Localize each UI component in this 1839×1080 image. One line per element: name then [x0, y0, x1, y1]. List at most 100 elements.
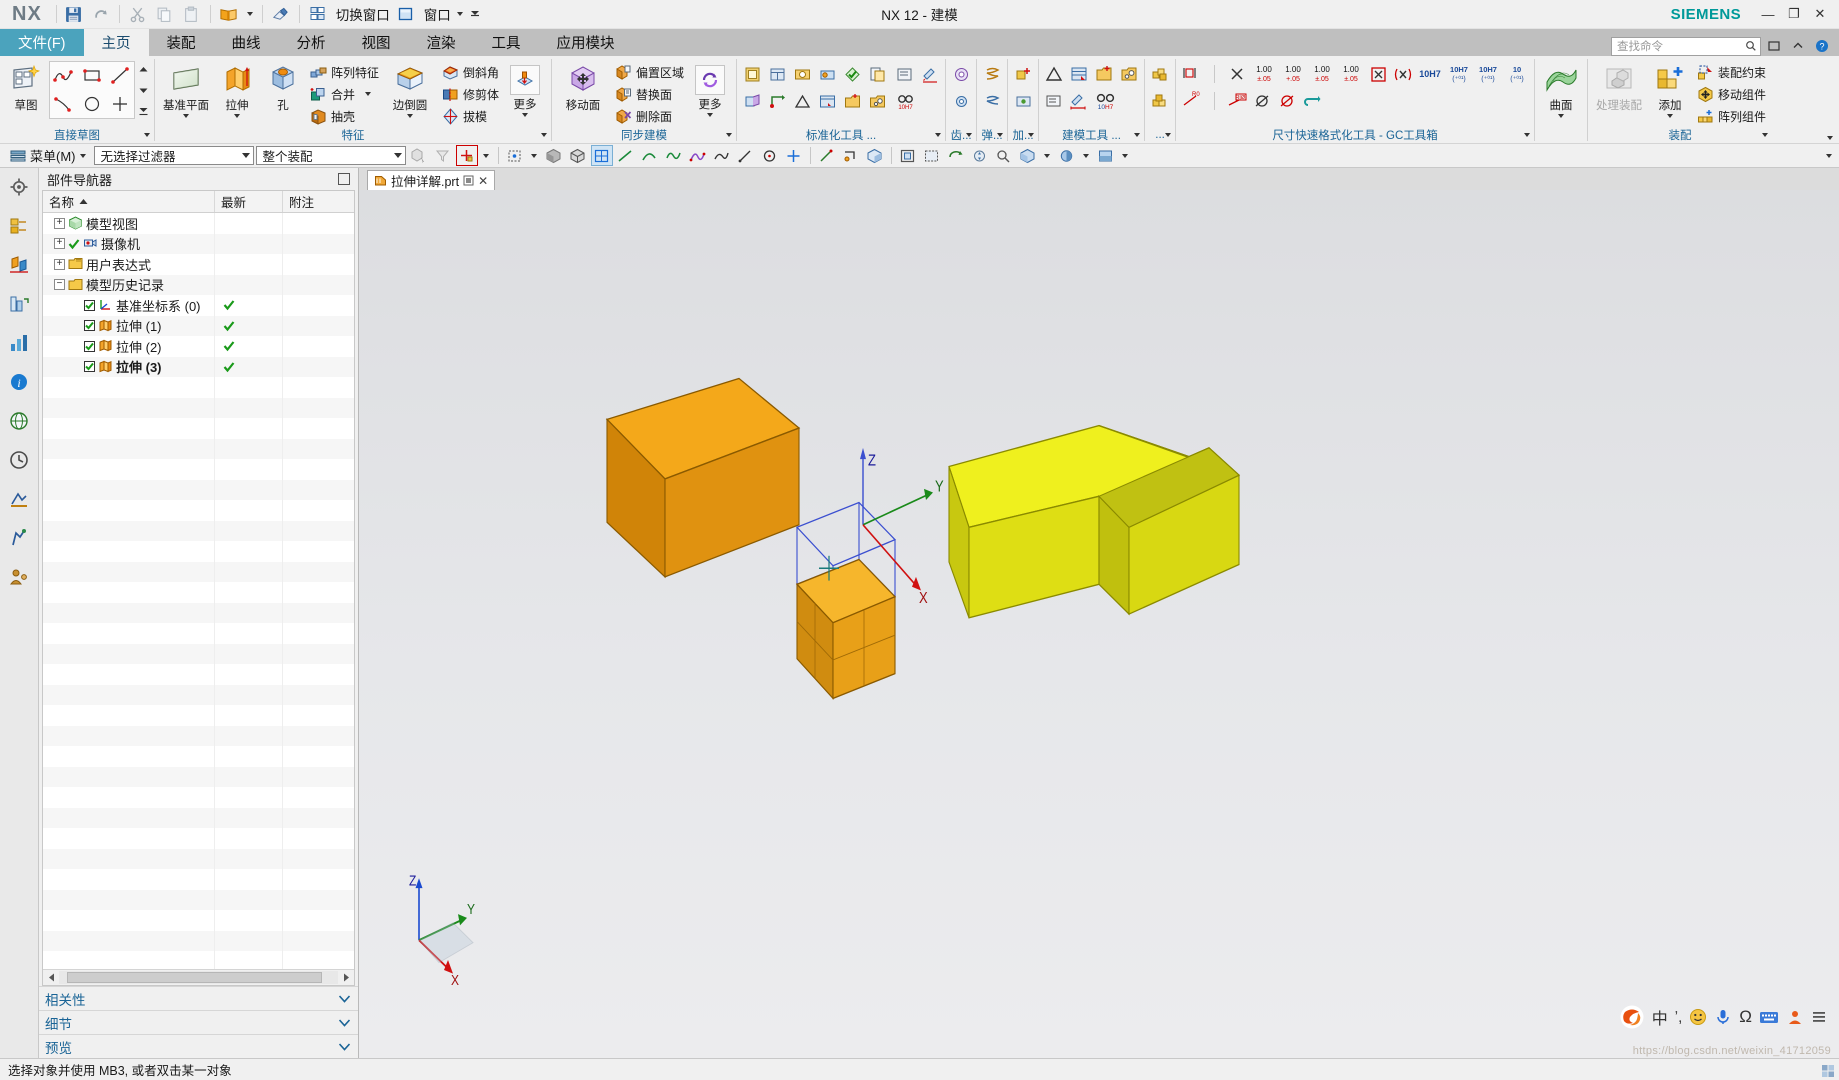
seltoolbar-overflow[interactable] — [1822, 145, 1835, 166]
zoom-icon[interactable] — [993, 145, 1015, 166]
constraint-navigator-icon[interactable] — [4, 250, 34, 280]
chevron-down-icon[interactable] — [241, 153, 250, 158]
spring-icon-1[interactable] — [980, 62, 1004, 86]
switch-window-icon[interactable] — [305, 2, 331, 26]
punctuation-icon[interactable]: ʼ, — [1675, 1009, 1683, 1026]
std-icon-6[interactable] — [865, 62, 889, 86]
process-studio-icon[interactable] — [4, 484, 34, 514]
chevron-down-icon[interactable] — [393, 153, 402, 158]
chevron-down-icon[interactable] — [541, 133, 548, 137]
line-style-icon[interactable] — [615, 145, 637, 166]
expander-icon[interactable]: + — [54, 238, 65, 250]
pattern-feature-button[interactable]: 阵列特征 — [306, 61, 382, 83]
assembly-constraint-button[interactable]: 装配约束 — [1693, 61, 1769, 83]
manage-assembly-button[interactable]: 处理装配 — [1591, 59, 1647, 113]
chevron-down-icon[interactable] — [407, 114, 414, 118]
gc-tol-3-icon[interactable]: 1.00 ±.05 — [1308, 62, 1336, 86]
gc-tol-4-icon[interactable]: 1.00 ±.05 — [1337, 62, 1365, 86]
gc-fit-4-icon[interactable]: 10 (⁺⁰¹) — [1503, 62, 1531, 86]
trim-body-button[interactable]: 修剪体 — [438, 83, 502, 105]
3d-viewport[interactable]: Z Y X Z Y X 中 ʼ, Ω https://blog.csdn.net… — [359, 190, 1839, 1058]
draft-button[interactable]: 拔模 — [438, 105, 502, 127]
std-icon-11[interactable] — [840, 89, 864, 113]
helix-icon[interactable] — [711, 145, 733, 166]
ribbon-overflow[interactable] — [1827, 56, 1839, 143]
ribbon-group-label-modeling-tools[interactable]: 建模工具 ... — [1040, 126, 1143, 143]
menu-icon[interactable] — [1811, 1009, 1827, 1025]
chevron-down-icon[interactable] — [1558, 114, 1565, 118]
restore-button[interactable]: ❐ — [1781, 3, 1807, 25]
sketch-button[interactable]: 草图 — [3, 59, 49, 113]
web-browser-icon[interactable] — [4, 406, 34, 436]
row-checkbox[interactable] — [84, 361, 95, 373]
std-icon-15[interactable]: 10H7 — [893, 89, 917, 113]
ribbon-group-label-sync[interactable]: 同步建模 — [553, 127, 735, 143]
gc-tol-1-icon[interactable]: 1.00 ±.05 — [1250, 62, 1278, 86]
history-icon[interactable] — [4, 445, 34, 475]
row-checkbox[interactable] — [84, 340, 95, 352]
std-icon-8[interactable] — [765, 89, 789, 113]
shell-button[interactable]: 抽壳 — [306, 105, 382, 127]
save-icon[interactable] — [61, 2, 87, 26]
spline-icon[interactable] — [663, 145, 685, 166]
circle-center-icon[interactable] — [759, 145, 781, 166]
move-component-button[interactable]: 移动组件 — [1693, 83, 1769, 105]
chamfer-button[interactable]: 倒斜角 — [438, 61, 502, 83]
chevron-down-icon[interactable] — [1134, 132, 1141, 137]
arc-icon[interactable] — [50, 90, 78, 118]
tree-row-user-expressions[interactable]: + 用户表达式 — [43, 254, 354, 275]
open-book-icon[interactable] — [216, 2, 242, 26]
copy-icon[interactable] — [152, 2, 178, 26]
column-header-uptodate[interactable]: 最新 — [215, 191, 283, 212]
column-header-comment[interactable]: 附注 — [283, 191, 354, 212]
column-header-name[interactable]: 名称 — [43, 191, 215, 212]
view-orientation-icon[interactable] — [1017, 145, 1039, 166]
paste-icon[interactable] — [179, 2, 205, 26]
delete-face-button[interactable]: 删除面 — [611, 105, 687, 127]
selection-scope-dropdown[interactable]: 整个装配 — [255, 146, 406, 165]
status-grid-icon[interactable] — [1821, 1064, 1835, 1078]
ribbon-group-label-sketch[interactable]: 直接草图 — [1, 126, 153, 143]
tree-row-model-history[interactable]: − 模型历史记录 — [43, 274, 354, 295]
document-tab-close[interactable]: ✕ — [478, 174, 488, 188]
info-icon[interactable]: i — [4, 367, 34, 397]
tree-row-extrude-3[interactable]: 拉伸 (3) — [43, 356, 354, 377]
row-checkbox[interactable] — [84, 299, 95, 311]
chevron-down-icon[interactable] — [365, 92, 372, 96]
ribbon-group-label-feature[interactable]: 特征 — [156, 127, 550, 143]
chevron-down-icon[interactable] — [997, 132, 1004, 137]
chevron-down-icon[interactable] — [1524, 132, 1531, 137]
redo-icon[interactable] — [88, 2, 114, 26]
gc-paren-x-icon[interactable] — [1391, 62, 1415, 86]
ime-mode-label[interactable]: 中 — [1652, 1005, 1668, 1029]
gc-diameter-1-icon[interactable] — [1250, 89, 1274, 113]
select-filter-icon[interactable] — [432, 145, 454, 166]
chevron-down-icon[interactable] — [1667, 114, 1674, 118]
chevron-down-icon[interactable] — [1028, 132, 1035, 137]
scroll-left-icon[interactable] — [43, 970, 59, 985]
omega-icon[interactable]: Ω — [1739, 1007, 1752, 1027]
section-dependencies[interactable]: 相关性 — [39, 986, 358, 1010]
chevron-down-icon[interactable] — [183, 114, 189, 118]
snap-point-icon[interactable] — [504, 145, 526, 166]
std-icon-4[interactable] — [815, 62, 839, 86]
add-icon-1[interactable] — [1011, 62, 1035, 86]
extrude-button[interactable]: 拉伸 — [214, 59, 260, 118]
rectangle-icon[interactable] — [78, 62, 106, 90]
chevron-down-icon[interactable] — [726, 133, 733, 137]
section-preview[interactable]: 预览 — [39, 1034, 358, 1058]
part-navigator-icon[interactable] — [4, 289, 34, 319]
tab-file[interactable]: 文件(F) — [0, 29, 84, 56]
ribbon-group-label-gear[interactable]: 齿... — [947, 126, 975, 143]
misc-cubes-icon-1[interactable] — [1148, 62, 1172, 86]
gallery-scroll-down[interactable] — [137, 82, 150, 98]
chevron-down-icon[interactable] — [1762, 133, 1769, 137]
chevron-down-icon[interactable] — [707, 113, 714, 117]
std-icon-2[interactable] — [765, 62, 789, 86]
view-orientation-dropdown[interactable] — [1041, 145, 1054, 166]
curve-style-icon[interactable] — [639, 145, 661, 166]
scroll-track[interactable] — [59, 971, 338, 984]
close-button[interactable]: ✕ — [1807, 3, 1833, 25]
render-style-icon[interactable] — [1056, 145, 1078, 166]
zoom-window-icon[interactable] — [921, 145, 943, 166]
